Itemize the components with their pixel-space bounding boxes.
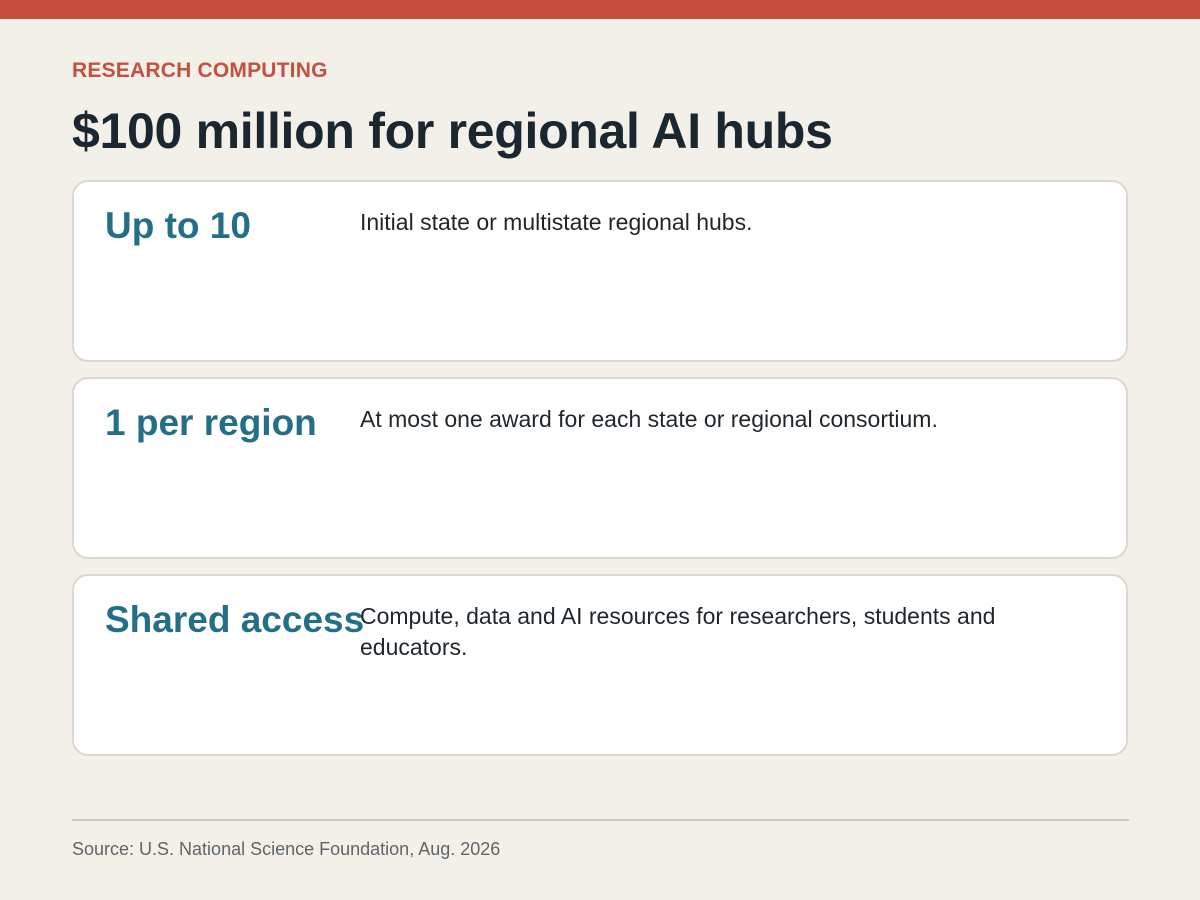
stat-description: Initial state or multistate regional hub… — [360, 209, 753, 235]
stat-description: Compute, data and AI resources for resea… — [360, 603, 996, 660]
stat-value: 1 per region — [105, 402, 317, 443]
section-kicker: RESEARCH COMPUTING — [72, 59, 328, 82]
source-note: Source: U.S. National Science Foundation… — [72, 839, 501, 859]
stat-value: Shared access — [105, 599, 365, 640]
stat-card: 1 per region At most one award for each … — [72, 377, 1128, 559]
stat-description: At most one award for each state or regi… — [360, 406, 938, 432]
page-title: $100 million for regional AI hubs — [72, 103, 833, 159]
stat-card: Up to 10 Initial state or multistate reg… — [72, 180, 1128, 362]
stat-value: Up to 10 — [105, 205, 251, 246]
top-accent-bar — [0, 0, 1200, 19]
footer-divider — [72, 819, 1129, 821]
stat-card: Shared access Compute, data and AI resou… — [72, 574, 1128, 756]
